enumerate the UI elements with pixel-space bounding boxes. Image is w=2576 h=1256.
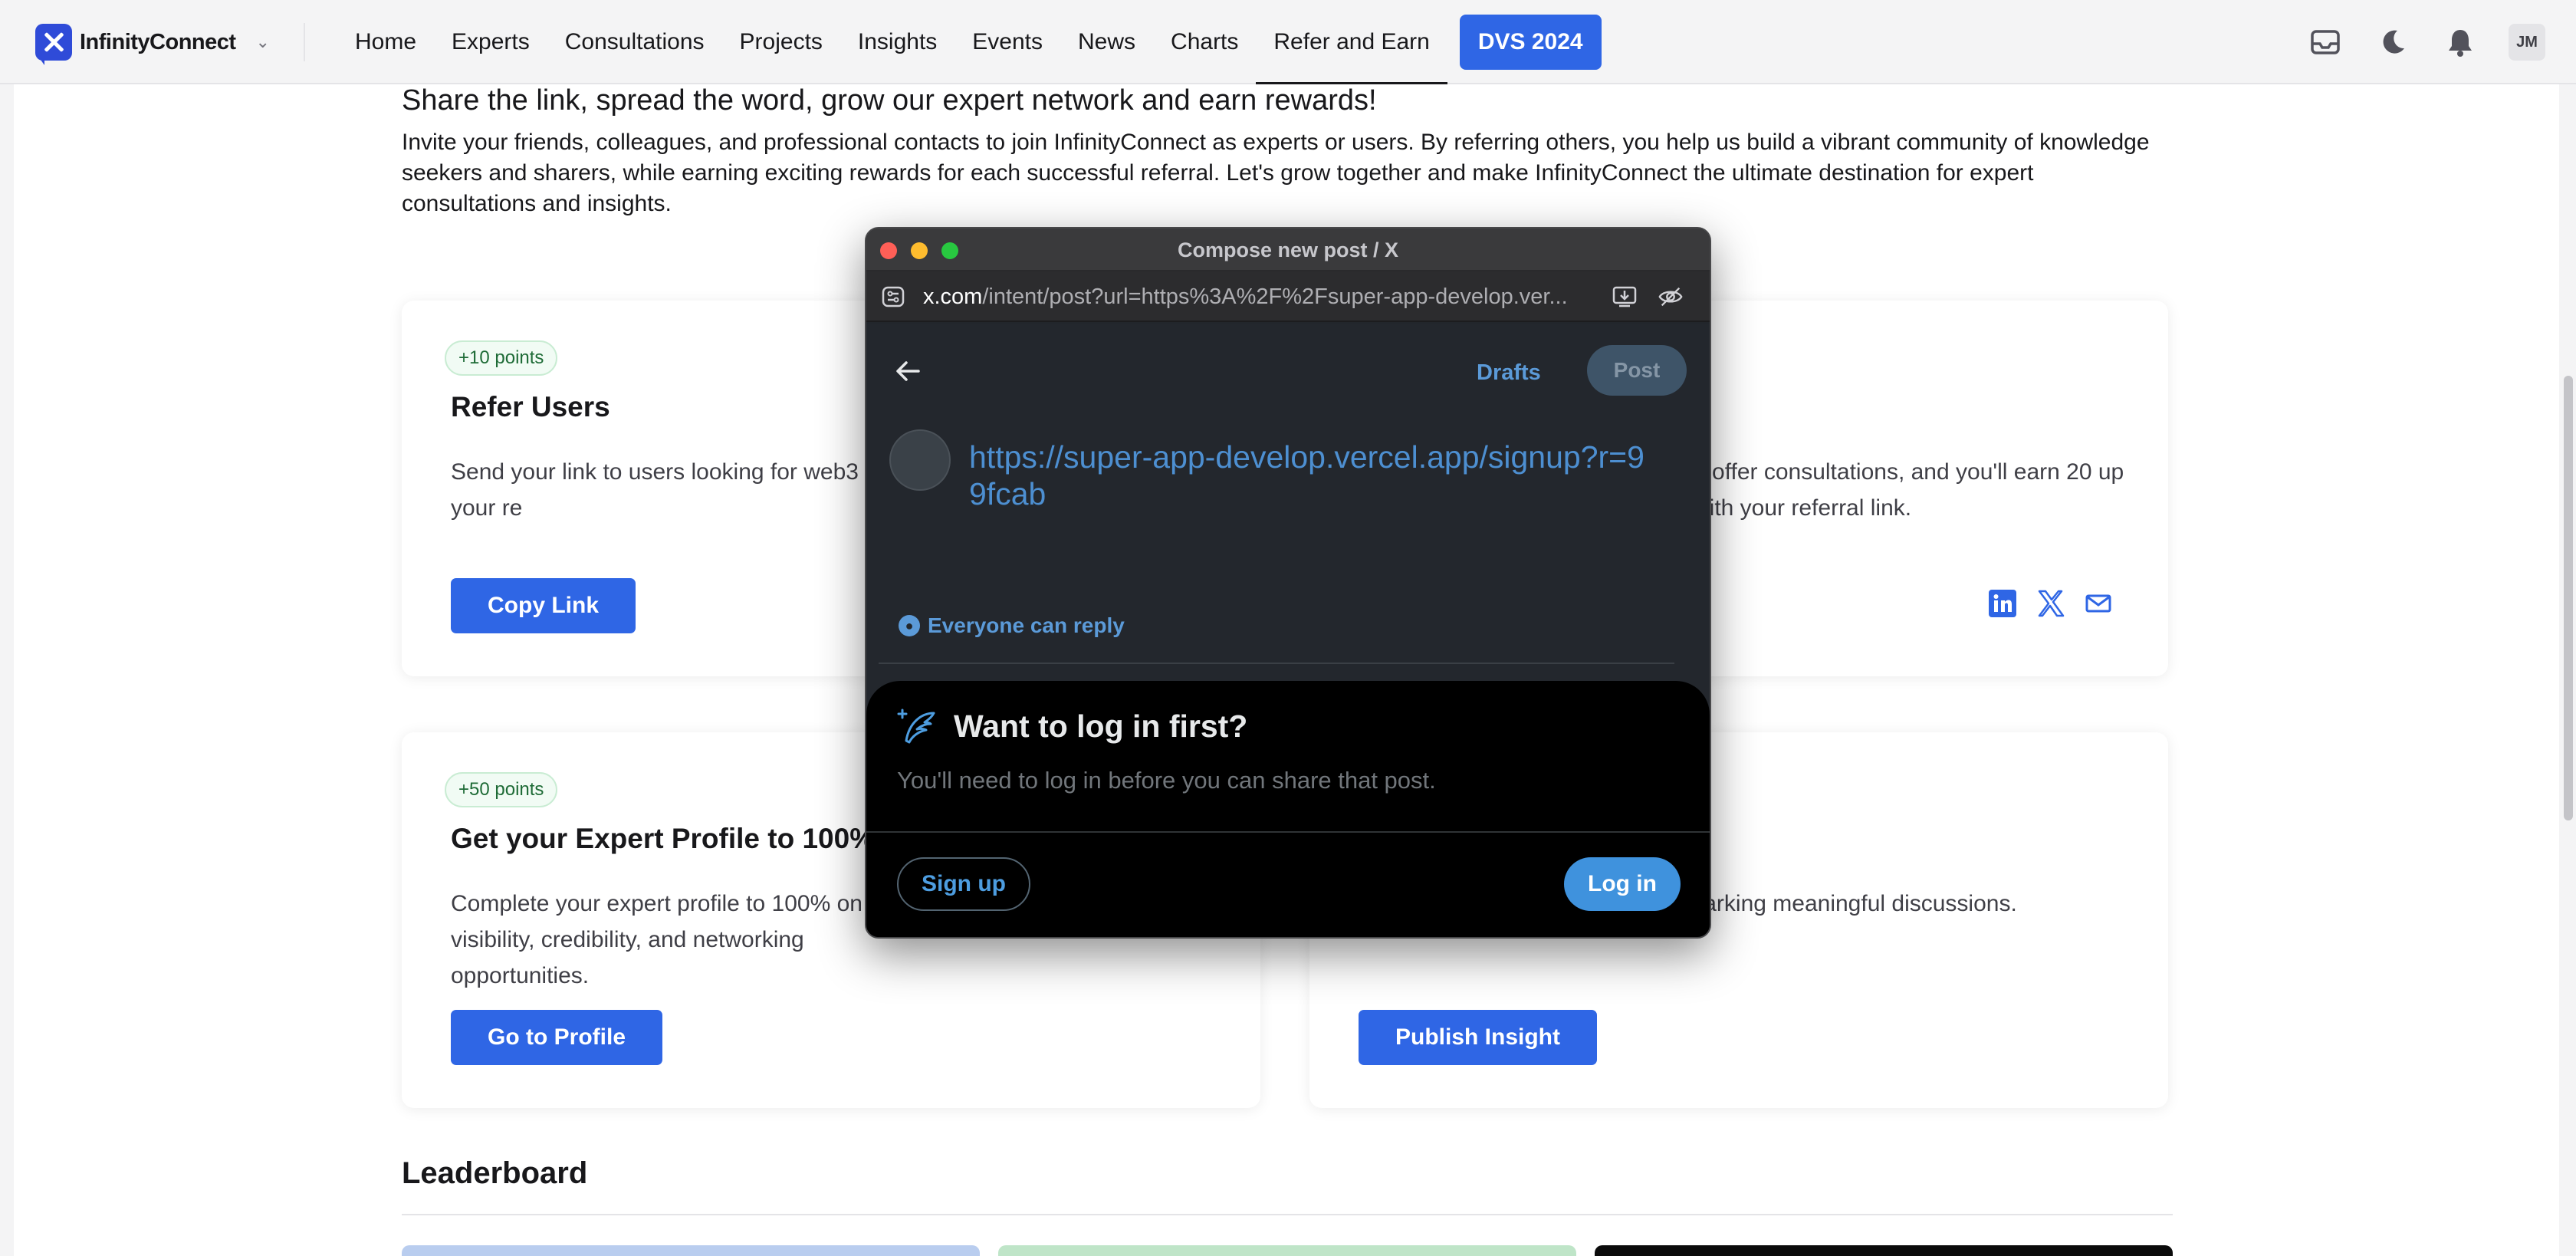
user-avatar[interactable]: JM (2509, 24, 2545, 61)
back-arrow-icon[interactable] (892, 356, 923, 386)
window-title: Compose new post / X (1177, 238, 1399, 261)
url-bar[interactable]: x.com/intent/post?url=https%3A%2F%2Fsupe… (866, 271, 1710, 322)
podium-card (1595, 1245, 2173, 1256)
nav-projects[interactable]: Projects (722, 15, 840, 69)
url-path: /intent/post?url=https%3A%2F%2Fsuper-app… (982, 284, 1568, 309)
linkedin-icon[interactable] (1989, 590, 2016, 621)
x-twitter-icon[interactable] (2036, 589, 2065, 622)
leaderboard-divider (402, 1214, 2173, 1215)
url-host: x.com (923, 284, 983, 309)
sheet-divider (866, 831, 1710, 833)
card-title: Get your Expert Profile to 100% (451, 823, 876, 854)
podium-card (998, 1245, 1576, 1256)
reply-setting-label: Everyone can reply (928, 613, 1125, 637)
page-title: Share the link, spread the word, grow ou… (402, 84, 1377, 117)
dvs-2024-button[interactable]: DVS 2024 (1459, 15, 1602, 70)
x-compose-body: Drafts Post https://super-app-develop.ve… (866, 324, 1710, 937)
page-scrollbar[interactable] (2564, 376, 2573, 820)
nav-refer-and-earn[interactable]: Refer and Earn (1256, 15, 1448, 84)
reply-setting-button[interactable]: ● Everyone can reply (899, 610, 1125, 641)
card-description: o offer consultations, and you'll earn 2… (1693, 459, 2124, 521)
site-settings-icon[interactable] (880, 284, 906, 310)
eye-off-icon[interactable] (1658, 284, 1684, 310)
brand[interactable]: InfinityConnect ⌄ (35, 21, 270, 65)
infinityconnect-logo-icon (35, 24, 72, 65)
leaderboard-title: Leaderboard (402, 1156, 588, 1190)
page-description: Invite your friends, colleagues, and pro… (402, 130, 2150, 216)
compose-textarea[interactable]: https://super-app-develop.vercel.app/sig… (969, 439, 1659, 512)
nav-charts[interactable]: Charts (1153, 15, 1256, 69)
window-titlebar[interactable]: Compose new post / X (866, 229, 1710, 271)
nav-events[interactable]: Events (955, 15, 1060, 69)
bell-icon[interactable] (2441, 23, 2479, 61)
drafts-button[interactable]: Drafts (1477, 351, 1541, 394)
login-prompt-sheet: Want to log in first? You'll need to log… (866, 681, 1710, 937)
points-badge: +10 points (445, 340, 558, 376)
compose-divider (879, 663, 1674, 664)
chevron-down-icon[interactable]: ⌄ (256, 32, 270, 52)
email-icon[interactable] (2085, 592, 2111, 619)
nav-divider (304, 23, 305, 61)
nav-links: Home Experts Consultations Projects Insi… (337, 15, 1602, 84)
points-badge: +50 points (445, 772, 558, 807)
podium-card (402, 1245, 980, 1256)
leaderboard-podium (402, 1245, 2173, 1256)
top-navigation: InfinityConnect ⌄ Home Experts Consultat… (0, 0, 2576, 84)
compose-post-window: Compose new post / X x.com/intent/post?u… (865, 227, 1711, 939)
install-app-icon[interactable] (1612, 284, 1638, 310)
user-avatar (889, 429, 951, 491)
sign-up-button[interactable]: Sign up (897, 857, 1030, 911)
globe-icon: ● (899, 615, 920, 636)
nav-news[interactable]: News (1060, 15, 1153, 69)
log-in-button[interactable]: Log in (1564, 857, 1681, 911)
publish-insight-button[interactable]: Publish Insight (1359, 1010, 1597, 1065)
nav-experts[interactable]: Experts (434, 15, 547, 69)
nav-actions: JM (2306, 23, 2545, 61)
go-to-profile-button[interactable]: Go to Profile (451, 1010, 662, 1065)
card-description: Complete your expert profile to 100% on … (451, 891, 863, 988)
nav-home[interactable]: Home (337, 15, 434, 69)
url-text[interactable]: x.com/intent/post?url=https%3A%2F%2Fsupe… (923, 271, 1582, 322)
login-prompt-title: Want to log in first? (954, 709, 1248, 744)
feather-sparkle-icon (895, 707, 938, 750)
inbox-icon[interactable] (2306, 23, 2344, 61)
nav-insights[interactable]: Insights (840, 15, 955, 69)
brand-name: InfinityConnect (80, 29, 236, 54)
nav-consultations[interactable]: Consultations (547, 15, 722, 69)
moon-icon[interactable] (2374, 23, 2412, 61)
post-button[interactable]: Post (1587, 345, 1687, 396)
card-title: Refer Users (451, 391, 610, 423)
login-prompt-subtitle: You'll need to log in before you can sha… (897, 767, 1436, 794)
share-icons (1989, 589, 2111, 622)
copy-link-button[interactable]: Copy Link (451, 578, 636, 633)
